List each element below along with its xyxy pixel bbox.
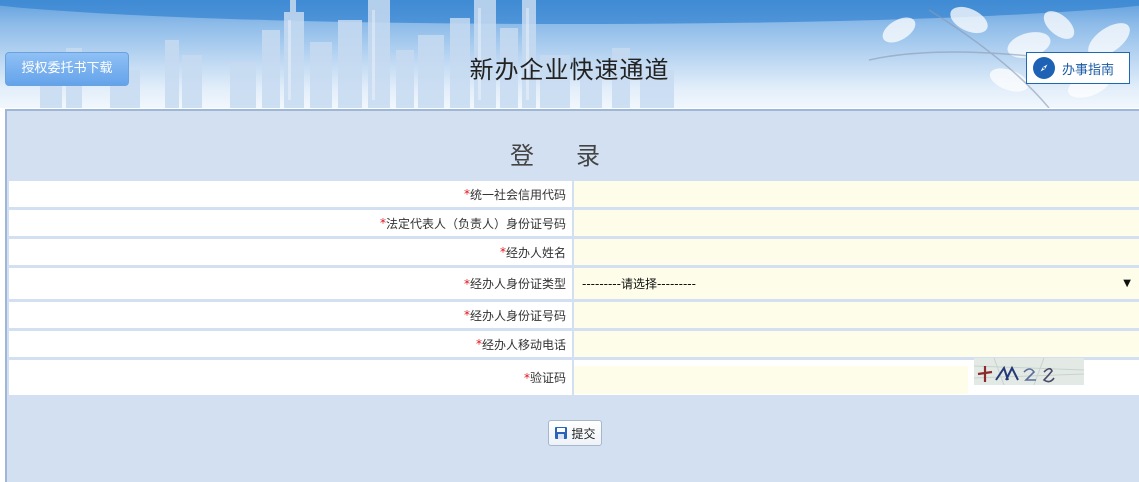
credit-code-field-cell (574, 181, 1139, 207)
submit-button[interactable]: 提交 (548, 420, 602, 446)
legal-rep-id-field-cell (574, 210, 1139, 236)
credit-code-input[interactable] (574, 181, 1139, 207)
field-label: * 经办人身份证类型 (9, 268, 574, 299)
captcha-field-cell (574, 358, 1139, 395)
form-row-agent-phone: * 经办人移动电话 (9, 331, 1139, 360)
agent-id-field-cell (574, 302, 1139, 328)
field-label: * 统一社会信用代码 (9, 181, 574, 207)
form-row-agent-name: * 经办人姓名 (9, 239, 1139, 268)
page-header: 授权委托书下载 新办企业快速通道 办事指南 (0, 0, 1139, 108)
captcha-image[interactable] (974, 358, 1084, 385)
page-title: 新办企业快速通道 (469, 56, 670, 84)
agent-id-input[interactable] (574, 302, 1139, 328)
service-guide-button[interactable]: 办事指南 (1026, 52, 1130, 84)
id-type-selected-value: ---------请选择--------- (582, 277, 696, 291)
form-row-agent-id: * 经办人身份证号码 (9, 302, 1139, 331)
legal-rep-id-input[interactable] (574, 210, 1139, 236)
form-row-legal-rep-id: * 法定代表人（负责人）身份证号码 (9, 210, 1139, 239)
form-row-credit-code: * 统一社会信用代码 (9, 181, 1139, 210)
field-label: * 经办人姓名 (9, 239, 574, 265)
login-title: 登录 (510, 142, 642, 170)
form-row-captcha: * 验证码 (9, 358, 1139, 398)
id-type-field-cell: ---------请选择--------- ▼ (574, 268, 1139, 299)
field-label: * 经办人移动电话 (9, 331, 574, 357)
field-label: * 法定代表人（负责人）身份证号码 (9, 210, 574, 236)
login-form: * 统一社会信用代码 * 法定代表人（负责人）身份证号码 * 经办人姓名 * 经办人身份… (9, 181, 1139, 398)
captcha-input[interactable] (574, 365, 968, 394)
chevron-down-icon: ▼ (1123, 278, 1131, 289)
id-type-select[interactable]: ---------请选择--------- ▼ (574, 268, 1139, 299)
submit-label: 提交 (571, 426, 596, 441)
compass-icon (1033, 57, 1055, 79)
agent-name-input[interactable] (574, 239, 1139, 265)
field-label: * 经办人身份证号码 (9, 302, 574, 328)
service-guide-label: 办事指南 (1062, 62, 1115, 78)
save-icon (555, 427, 568, 439)
form-row-id-type: * 经办人身份证类型 ---------请选择--------- ▼ (9, 268, 1139, 302)
field-label: * 验证码 (9, 360, 574, 395)
agent-phone-input[interactable] (574, 331, 1139, 357)
agent-name-field-cell (574, 239, 1139, 265)
agent-phone-field-cell (574, 331, 1139, 357)
